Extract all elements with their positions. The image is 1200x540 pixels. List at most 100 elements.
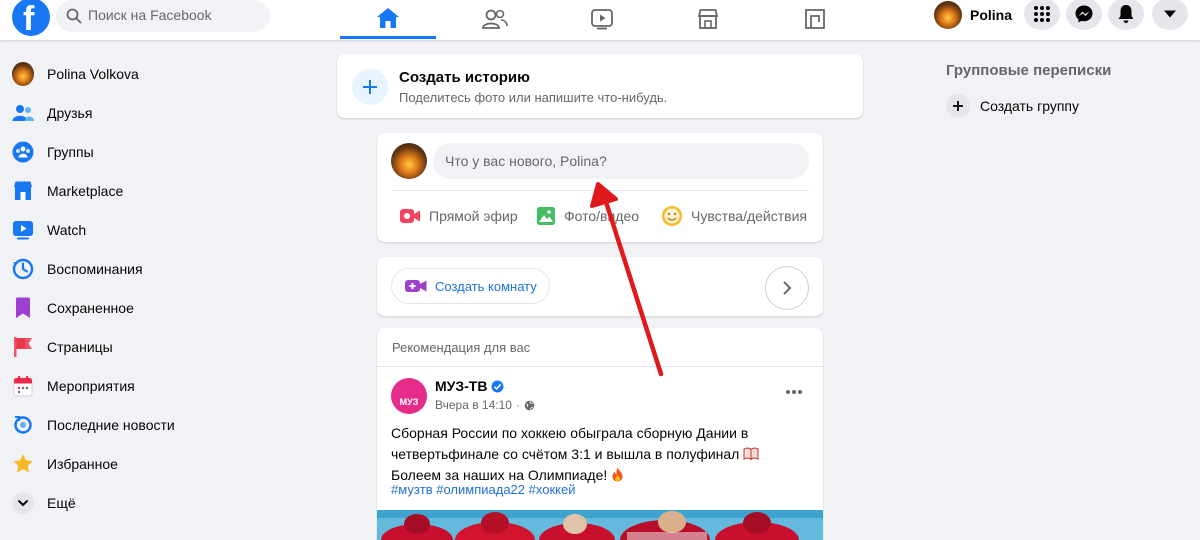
more-horizontal-icon (786, 390, 802, 394)
whats-new-input[interactable] (433, 143, 809, 179)
post-text-part-2: Болеем за наших на Олимпиаде! (391, 467, 608, 483)
caret-down-icon (1164, 10, 1176, 18)
friends-icon (482, 9, 508, 29)
create-story-subtitle: Поделитесь фото или напишите что-нибудь. (399, 90, 668, 105)
book-emoji-icon (743, 447, 759, 461)
post-author[interactable]: МУЗ-ТВ (435, 378, 504, 394)
bell-icon (1118, 5, 1134, 23)
search-icon (66, 8, 82, 24)
muz-tv-logo[interactable]: МУЗ (391, 378, 427, 414)
sidebar-item-label: Ещё (47, 495, 76, 511)
watch-icon (591, 9, 613, 30)
tab-gaming[interactable] (767, 0, 863, 38)
post-text-part-1: Сборная России по хоккею обыграла сборну… (391, 425, 749, 462)
live-video-button[interactable]: Прямой эфир (399, 199, 518, 233)
sidebar-item-friends[interactable]: Друзья (12, 96, 292, 130)
pages-icon (14, 337, 32, 357)
events-icon (13, 376, 33, 397)
recent-news-icon (14, 416, 32, 434)
feeling-activity-button[interactable]: Чувства/действия (661, 199, 807, 233)
rooms-card: Создать комнату (377, 257, 823, 316)
post-image[interactable] (377, 510, 823, 540)
hockey-players-photo (377, 510, 823, 540)
profile-chip[interactable]: Polina (934, 0, 1018, 30)
saved-icon (16, 297, 30, 318)
sidebar-item-more[interactable]: Ещё (12, 486, 292, 520)
account-menu-button[interactable] (1152, 0, 1188, 30)
photo-video-label: Фото/видео (564, 208, 640, 224)
post-timestamp[interactable]: Вчера в 14:10 (435, 398, 512, 412)
create-room-button[interactable]: Создать комнату (391, 268, 550, 304)
photo-icon (537, 207, 555, 225)
sidebar-item-watch[interactable]: Watch (12, 213, 292, 247)
group-chats-title: Групповые переписки (946, 62, 1112, 79)
sidebar-item-events[interactable]: Мероприятия (12, 369, 292, 403)
sidebar-item-label: Страницы (47, 339, 113, 355)
facebook-logo-letter: f (23, 0, 35, 38)
sidebar-item-label: Watch (47, 222, 87, 238)
create-story-card[interactable]: Создать историю Поделитесь фото или напи… (337, 54, 863, 118)
sidebar-item-label: Воспоминания (47, 261, 143, 277)
messenger-icon (1075, 5, 1093, 23)
search-input[interactable] (88, 0, 264, 30)
sidebar-item-groups[interactable]: Группы (12, 135, 292, 169)
menu-button[interactable] (1024, 0, 1060, 30)
sidebar-item-memories[interactable]: Воспоминания (12, 252, 292, 286)
sidebar-item-label: Группы (47, 144, 94, 160)
video-plus-icon (405, 280, 427, 292)
tab-watch[interactable] (554, 0, 650, 38)
sidebar-item-label: Сохраненное (47, 300, 134, 316)
sidebar-item-favorites[interactable]: Избранное (12, 447, 292, 481)
chevron-right-icon (783, 281, 792, 295)
memories-icon (12, 258, 34, 280)
rooms-next-button[interactable] (765, 266, 809, 310)
sidebar-item-label: Мероприятия (47, 378, 135, 394)
add-story-button[interactable] (352, 69, 388, 105)
avatar (12, 62, 34, 86)
divider (377, 366, 823, 367)
facebook-logo[interactable]: f (12, 0, 50, 38)
profile-name: Polina (970, 7, 1013, 23)
home-icon (377, 8, 399, 28)
post-time: Вчера в 14:10 · (435, 398, 535, 412)
sidebar-item-saved[interactable]: Сохраненное (12, 291, 292, 325)
recommended-post-card: Рекомендация для вас МУЗ МУЗ-ТВ Вчера в … (377, 328, 823, 540)
post-hashtags[interactable]: #музтв #олимпиада22 #хоккей (391, 482, 575, 497)
create-room-label: Создать комнату (435, 278, 537, 294)
sidebar-item-label: Polina Volkova (47, 66, 139, 82)
notifications-button[interactable] (1108, 0, 1144, 30)
marketplace-icon (14, 181, 32, 200)
fire-emoji-icon (612, 467, 623, 482)
create-group-button[interactable]: Создать группу (946, 93, 1079, 119)
sidebar-item-profile[interactable]: Polina Volkova (12, 57, 292, 91)
top-navigation-bar: f Поиск на Facebook Polina (0, 0, 1200, 40)
avatar[interactable] (391, 143, 427, 179)
search-box[interactable] (56, 0, 270, 32)
watch-icon (13, 221, 33, 240)
sidebar-item-label: Избранное (47, 456, 118, 472)
favorites-icon (13, 454, 33, 473)
tab-friends[interactable] (447, 0, 543, 38)
sidebar-item-pages[interactable]: Страницы (12, 330, 292, 364)
create-group-label: Создать группу (980, 98, 1079, 114)
live-video-label: Прямой эфир (429, 208, 518, 224)
tab-marketplace[interactable] (660, 0, 756, 38)
chevron-down-icon (12, 492, 34, 514)
verified-badge-icon (491, 380, 504, 392)
avatar (934, 1, 962, 29)
messenger-button[interactable] (1066, 0, 1102, 30)
feeling-icon (662, 206, 682, 226)
sidebar-item-label: Последние новости (47, 417, 175, 433)
post-composer-card: Прямой эфир Фото/видео Чувства/действия (377, 133, 823, 242)
globe-icon (524, 400, 535, 410)
tab-home[interactable] (340, 0, 436, 39)
menu-grid-icon (1034, 6, 1050, 22)
post-author-name[interactable]: МУЗ-ТВ (435, 378, 487, 394)
divider (393, 190, 809, 191)
photo-video-button[interactable]: Фото/видео (536, 199, 639, 233)
sidebar-item-marketplace[interactable]: Marketplace (12, 174, 292, 208)
muz-tv-logo-text: МУЗ (399, 397, 419, 407)
friends-icon (12, 105, 34, 121)
sidebar-item-recent-news[interactable]: Последние новости (12, 408, 292, 442)
post-options-button[interactable] (781, 383, 807, 401)
